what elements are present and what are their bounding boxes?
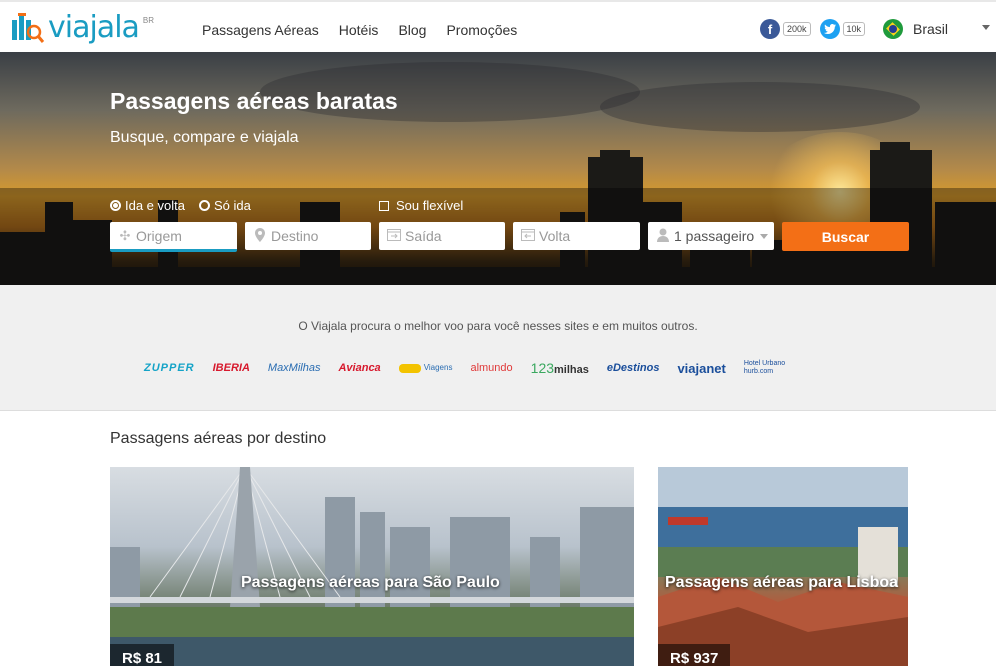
- country-selector[interactable]: Brasil: [883, 19, 948, 39]
- site-header: viajala BR Passagens Aéreas Hotéis Blog …: [0, 0, 996, 52]
- partner-logo-hurb-text: hurb.com: [743, 368, 774, 375]
- partner-logo-submarino-viagens: Viagens: [398, 363, 453, 373]
- passengers-value: 1 passageiro: [674, 228, 755, 244]
- flexible-label: Sou flexível: [396, 198, 464, 213]
- partner-logo-123milhas: 123milhas: [531, 360, 589, 376]
- country-code: BR: [142, 16, 155, 25]
- partner-logo-viagens-text: Viagens: [423, 363, 453, 373]
- hero-banner: Passagens aéreas baratas Busque, compare…: [0, 52, 996, 285]
- origin-input[interactable]: [136, 227, 226, 244]
- brazil-flag-icon: [883, 19, 903, 39]
- social-links: f 200k 10k: [760, 19, 866, 39]
- card-price: R$ 937: [658, 644, 731, 666]
- partner-logo-maxmilhas: MaxMilhas: [267, 362, 321, 374]
- chevron-down-icon: [760, 234, 768, 239]
- partner-logo-hotel-urbano: Hotel Urbano hurb.com: [744, 360, 785, 376]
- partner-logos: ZUPPER IBERIA MaxMilhas Avianca Viagens …: [144, 360, 803, 376]
- partners-text: O Viajala procura o melhor voo para você…: [298, 319, 698, 333]
- option-one-way[interactable]: Só ida: [199, 198, 251, 213]
- partner-logo-avianca: Avianca: [338, 362, 381, 374]
- partner-logo-hotel-urbano-text: Hotel Urbano: [743, 360, 786, 367]
- option-round-trip-label: Ida e volta: [125, 198, 185, 213]
- logo-text: viajala: [48, 10, 140, 45]
- chevron-down-icon[interactable]: [982, 25, 990, 30]
- card-price: R$ 81: [110, 644, 175, 666]
- nav-hoteis[interactable]: Hotéis: [339, 22, 379, 38]
- nav-passagens-aereas[interactable]: Passagens Aéreas: [202, 22, 319, 38]
- partner-logo-zupper: ZUPPER: [144, 362, 195, 374]
- calendar-depart-icon: [383, 228, 405, 244]
- radio-one-way[interactable]: [199, 200, 210, 211]
- radio-round-trip[interactable]: [110, 200, 121, 211]
- user-icon: [652, 228, 674, 245]
- search-button[interactable]: Buscar: [782, 222, 909, 251]
- hero-subtitle: Busque, compare e viajala: [110, 129, 299, 146]
- lisboa-photo: [658, 467, 908, 666]
- return-field[interactable]: [513, 222, 640, 250]
- partner-logo-123-number: 123: [530, 360, 555, 376]
- passengers-select[interactable]: 1 passageiro: [648, 222, 774, 250]
- sao-paulo-photo: [110, 467, 634, 666]
- flexible-option[interactable]: Sou flexível: [379, 198, 463, 213]
- partner-logo-almundo: almundo: [470, 362, 513, 374]
- partner-logo-viajanet: viajanet: [677, 360, 726, 376]
- facebook-count: 200k: [783, 22, 811, 36]
- main-nav: Passagens Aéreas Hotéis Blog Promoções: [202, 22, 517, 38]
- twitter-icon[interactable]: [819, 19, 840, 39]
- partners-section: O Viajala procura o melhor voo para você…: [0, 285, 996, 411]
- suitcase-magnifier-icon: [10, 12, 46, 44]
- destination-card-lisboa[interactable]: Passagens aéreas para Lisboa R$ 937: [658, 467, 908, 666]
- map-pin-icon: [249, 227, 271, 245]
- destination-card-sao-paulo[interactable]: Passagens aéreas para São Paulo R$ 81: [110, 467, 634, 666]
- return-input[interactable]: [539, 228, 629, 244]
- origin-field[interactable]: ✣: [110, 222, 237, 252]
- option-round-trip[interactable]: Ida e volta: [110, 198, 185, 213]
- facebook-icon[interactable]: f: [760, 19, 780, 39]
- partner-logo-milhas-text: milhas: [554, 364, 589, 376]
- nav-blog[interactable]: Blog: [398, 22, 426, 38]
- crosshair-icon: ✣: [119, 227, 131, 243]
- card-title: Passagens aéreas para São Paulo: [241, 574, 500, 591]
- card-title: Passagens aéreas para Lisboa: [665, 574, 899, 591]
- country-label: Brasil: [913, 21, 949, 37]
- partner-logo-iberia: IBERIA: [212, 362, 250, 374]
- departure-input[interactable]: [405, 228, 495, 244]
- trip-type-options: Ida e volta Só ida: [110, 198, 265, 213]
- twitter-count: 10k: [842, 22, 866, 36]
- option-one-way-label: Só ida: [214, 198, 251, 213]
- submarine-icon: [398, 363, 421, 373]
- hero-title: Passagens aéreas baratas: [110, 88, 398, 114]
- flexible-checkbox[interactable]: [379, 200, 389, 211]
- partner-logo-edestinos: eDestinos: [606, 362, 660, 374]
- logo[interactable]: viajala BR: [10, 12, 154, 48]
- calendar-return-icon: [517, 228, 539, 244]
- nav-promocoes[interactable]: Promoções: [446, 22, 517, 38]
- destinations-heading: Passagens aéreas por destino: [110, 430, 327, 447]
- departure-field[interactable]: [379, 222, 505, 250]
- destination-input[interactable]: [271, 228, 361, 244]
- destination-field[interactable]: [245, 222, 371, 250]
